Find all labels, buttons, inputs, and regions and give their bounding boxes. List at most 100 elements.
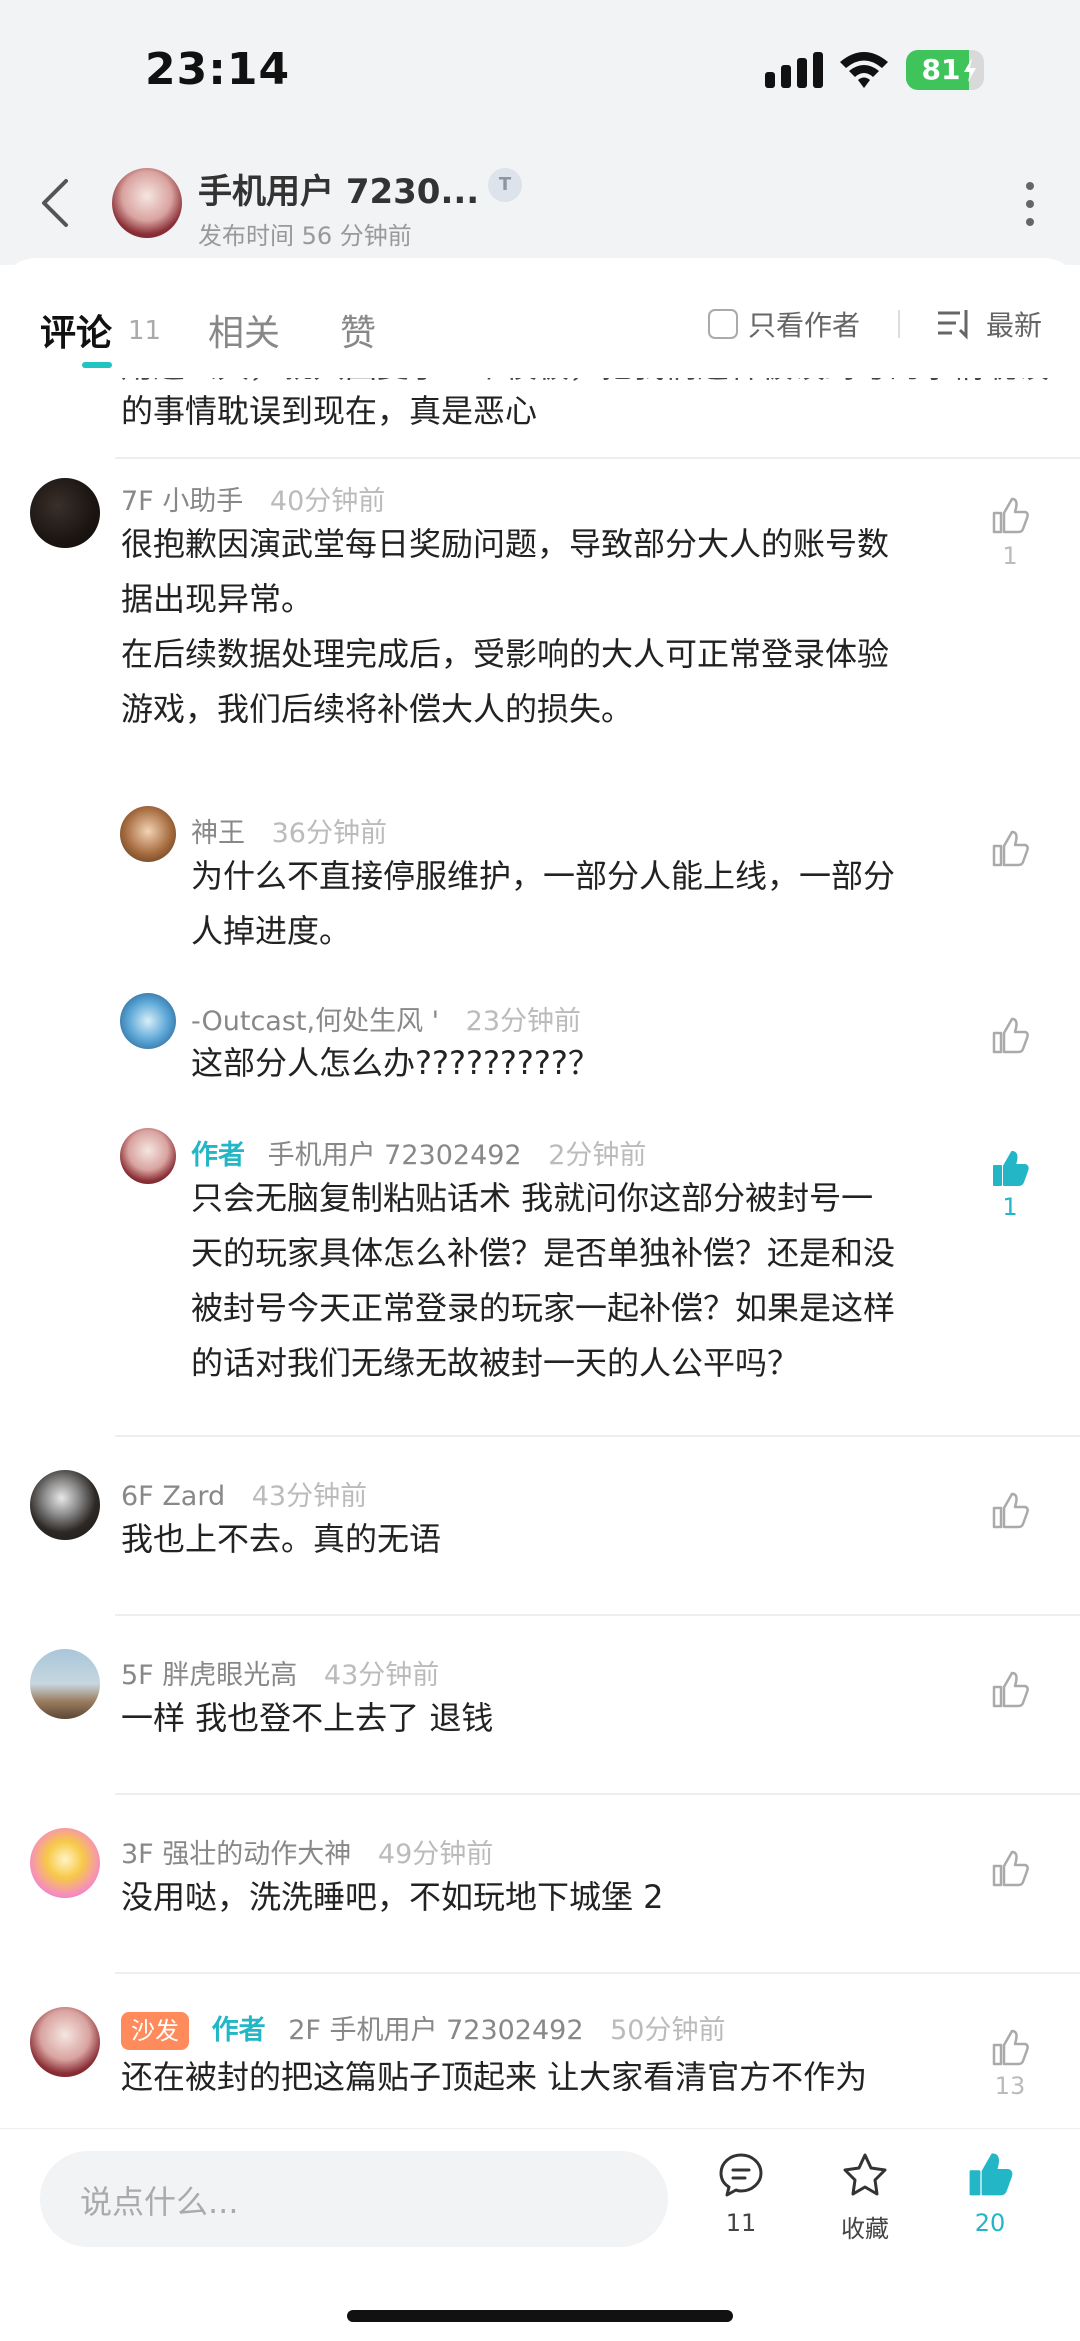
comment-time: 43分钟前 bbox=[251, 1481, 368, 1512]
user-avatar[interactable] bbox=[30, 478, 100, 548]
like-count: 1 bbox=[1002, 1193, 1018, 1221]
like-icon[interactable] bbox=[990, 1849, 1030, 1889]
sort-button[interactable]: 最新 bbox=[936, 304, 1042, 344]
reply-text: 这部分人怎么办?????????？ bbox=[191, 1044, 600, 1082]
tab-related[interactable]: 相关 bbox=[208, 304, 280, 356]
battery-indicator: 81 bbox=[906, 50, 984, 90]
reply-time: 2分钟前 bbox=[548, 1140, 647, 1171]
reply-time: 36分钟前 bbox=[271, 818, 387, 849]
comment-text: 在后续数据处理完成后，受影响的大人可正常登录体验 bbox=[121, 635, 890, 673]
comment-meta: 6F Zard 43分钟前 bbox=[121, 1474, 367, 1513]
reply-meta: 神王 36分钟前 bbox=[191, 811, 387, 850]
tab-comments[interactable]: 评论 bbox=[40, 304, 112, 356]
comment-text: 很抱歉因演武堂每日奖励问题，导致部分大人的账号数 bbox=[121, 525, 890, 563]
favorite-label: 收藏 bbox=[841, 2215, 889, 2243]
reply-user-avatar[interactable] bbox=[120, 806, 176, 862]
comment-count: 11 bbox=[725, 2209, 757, 2237]
comment-text: 我也上不去。真的无语 bbox=[121, 1520, 442, 1558]
author-only-toggle[interactable]: 只看作者 bbox=[708, 304, 860, 344]
reply-time: 23分钟前 bbox=[465, 1006, 582, 1037]
reply-meta: 作者 手机用户 72302492 2分钟前 bbox=[191, 1133, 646, 1172]
reply-text: 人掉进度。 bbox=[191, 912, 352, 950]
liked-icon[interactable] bbox=[990, 1149, 1030, 1189]
reply-username[interactable]: -Outcast,何处生风 ' bbox=[191, 1006, 439, 1037]
comment-list: 用这么久，就只回复了一个模板，把我们这种被误封号的事情耽误 的事情耽误到现在，真… bbox=[0, 378, 1080, 2128]
author-tag: 作者 bbox=[211, 2015, 266, 2046]
like-icon[interactable] bbox=[990, 1670, 1030, 1710]
home-indicator bbox=[347, 2310, 733, 2322]
comment-time: 50分钟前 bbox=[610, 2015, 726, 2046]
reply-meta: -Outcast,何处生风 ' 23分钟前 bbox=[191, 999, 581, 1038]
comment-text: 游戏，我们后续将补偿大人的损失。 bbox=[121, 690, 634, 728]
like-icon[interactable] bbox=[990, 1016, 1030, 1056]
comment-text: 还在被封的把这篇贴子顶起来 让大家看清官方不作为 bbox=[121, 2058, 868, 2096]
reply-user-avatar[interactable] bbox=[120, 1128, 176, 1184]
user-avatar[interactable] bbox=[30, 1470, 100, 1540]
reply-text: 为什么不直接停服维护，一部分人能上线，一部分 bbox=[191, 857, 896, 895]
author-only-label: 只看作者 bbox=[748, 309, 861, 342]
comment-bubble-icon bbox=[719, 2153, 763, 2197]
author-only-checkbox[interactable] bbox=[708, 309, 738, 339]
comments-button[interactable]: 11 bbox=[691, 2151, 791, 2237]
like-count: 1 bbox=[1002, 542, 1018, 570]
comment-input-placeholder: 说点什么... bbox=[80, 2183, 239, 2221]
comment-divider bbox=[115, 457, 1080, 459]
comment-divider bbox=[115, 1614, 1080, 1616]
comment-username[interactable]: 强壮的动作大神 bbox=[162, 1839, 351, 1870]
sofa-badge: 沙发 bbox=[121, 2012, 189, 2050]
author-tag: 作者 bbox=[191, 1140, 245, 1171]
comment-divider bbox=[115, 1972, 1080, 1974]
comment-meta: 5F 胖虎眼光高 43分钟前 bbox=[121, 1653, 439, 1692]
star-icon bbox=[843, 2153, 887, 2196]
level-badge: T bbox=[488, 168, 522, 202]
comment-text: 一样 我也登不上去了 退钱 bbox=[121, 1699, 494, 1737]
comment-time: 40分钟前 bbox=[269, 486, 386, 517]
thumbs-up-filled-icon bbox=[969, 2153, 1013, 2196]
floor-number: 2F bbox=[288, 2015, 321, 2046]
floor-number: 7F bbox=[121, 486, 154, 517]
content-card: 评论 11 相关 赞 只看作者 最新 用这么久，就只回复了一个模板，把我们这种被… bbox=[0, 258, 1080, 2128]
like-icon[interactable] bbox=[990, 2028, 1030, 2068]
comment-username[interactable]: 手机用户 72302492 bbox=[330, 2015, 584, 2046]
comment-username[interactable]: 胖虎眼光高 bbox=[162, 1660, 297, 1691]
like-post-button[interactable]: 20 bbox=[940, 2151, 1040, 2237]
comment-time: 49分钟前 bbox=[377, 1839, 494, 1870]
comment-text: 据出现异常。 bbox=[121, 580, 314, 618]
favorite-button[interactable]: 收藏 bbox=[815, 2151, 915, 2244]
comment-username[interactable]: Zard bbox=[162, 1481, 225, 1512]
comment-divider bbox=[115, 1793, 1080, 1795]
user-avatar[interactable] bbox=[30, 1828, 100, 1898]
sort-icon bbox=[938, 310, 968, 340]
cellular-signal-icon bbox=[765, 52, 823, 88]
user-avatar[interactable] bbox=[30, 1649, 100, 1719]
user-avatar[interactable] bbox=[30, 2007, 100, 2077]
more-options-icon[interactable] bbox=[1020, 180, 1040, 228]
author-avatar[interactable] bbox=[112, 168, 182, 238]
like-icon[interactable] bbox=[990, 829, 1030, 869]
comment-meta: 3F 强壮的动作大神 49分钟前 bbox=[121, 1832, 493, 1871]
tab-bar: 评论 11 相关 赞 只看作者 最新 bbox=[0, 258, 1080, 378]
wifi-icon bbox=[840, 52, 888, 88]
status-time: 23:14 bbox=[145, 44, 291, 95]
comment-input[interactable]: 说点什么... bbox=[40, 2151, 668, 2247]
like-count: 20 bbox=[974, 2209, 1006, 2237]
floor-number: 6F bbox=[121, 1481, 154, 1512]
back-arrow-icon[interactable] bbox=[36, 175, 76, 231]
reply-user-avatar[interactable] bbox=[120, 993, 176, 1049]
reply-username[interactable]: 神王 bbox=[191, 818, 245, 849]
comments-count: 11 bbox=[128, 316, 162, 346]
like-icon[interactable] bbox=[990, 496, 1030, 536]
reply-username[interactable]: 手机用户 72302492 bbox=[268, 1140, 522, 1171]
tab-divider bbox=[898, 310, 900, 338]
comment-partial-text: 的事情耽误到现在，真是恶心 bbox=[121, 392, 538, 430]
sort-label: 最新 bbox=[986, 309, 1043, 342]
comment-meta: 7F 小助手 40分钟前 bbox=[121, 479, 385, 518]
author-name[interactable]: 手机用户 7230... bbox=[198, 164, 479, 213]
active-tab-indicator bbox=[82, 362, 112, 368]
reply-text: 的话对我们无缘无故被封一天的人公平吗？ bbox=[191, 1344, 800, 1382]
tab-likes[interactable]: 赞 bbox=[340, 304, 376, 356]
comment-time: 43分钟前 bbox=[323, 1660, 440, 1691]
status-bar: 23:14 81 bbox=[0, 0, 1080, 140]
comment-username[interactable]: 小助手 bbox=[162, 486, 243, 517]
like-icon[interactable] bbox=[990, 1491, 1030, 1531]
